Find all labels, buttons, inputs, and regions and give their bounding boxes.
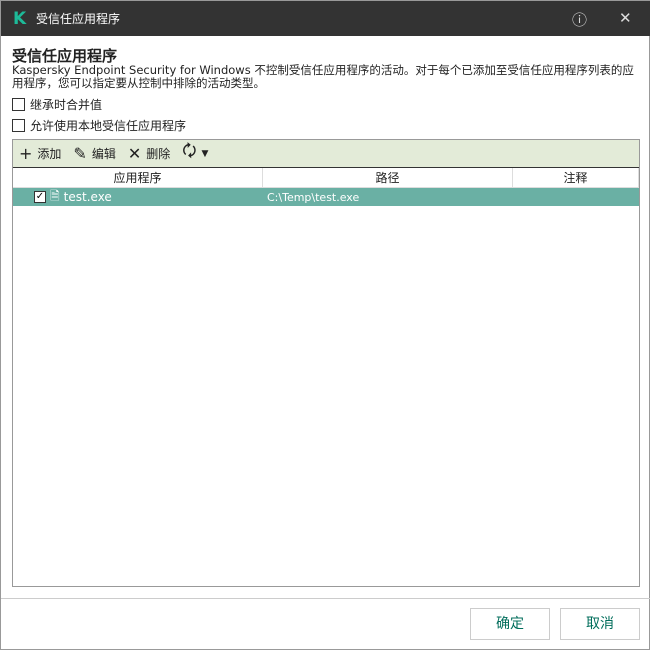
merge-values-checkbox[interactable]: 继承时合并值 <box>12 96 102 113</box>
allow-local-checkbox[interactable]: 允许使用本地受信任应用程序 <box>12 117 186 134</box>
checkbox[interactable] <box>12 98 25 111</box>
edit-label: 编辑 <box>91 147 116 161</box>
row-checkbox[interactable]: ✓ <box>34 191 46 203</box>
kaspersky-logo-icon: K <box>13 8 27 29</box>
dropdown-arrow-icon: ▼ <box>201 148 209 159</box>
toolbar: + 添加 ✎ 编辑 ✕ 删除 🗘 ▼ <box>13 140 639 168</box>
help-icon[interactable]: ⓘ <box>572 9 587 30</box>
file-transfer-icon: 🗘 <box>182 141 197 160</box>
plus-icon: + <box>19 144 33 163</box>
checkbox[interactable] <box>12 119 25 132</box>
table-header: 应用程序 路径 注释 <box>13 168 639 188</box>
pencil-icon: ✎ <box>73 144 87 163</box>
add-button[interactable]: + 添加 <box>19 144 61 163</box>
window-title: 受信任应用程序 <box>36 12 121 26</box>
checkbox-label: 继承时合并值 <box>30 98 103 112</box>
description: Kaspersky Endpoint Security for Windows … <box>12 63 634 90</box>
edit-button[interactable]: ✎ 编辑 <box>73 144 115 163</box>
ok-button[interactable]: 确定 <box>470 608 550 640</box>
close-icon[interactable]: ✕ <box>619 9 632 27</box>
x-icon: ✕ <box>127 144 142 163</box>
trusted-apps-panel: + 添加 ✎ 编辑 ✕ 删除 🗘 ▼ 应用程序 路径 注释 ✓ 🗎 test.exe C… <box>12 139 640 587</box>
app-name: test.exe <box>63 190 112 204</box>
column-path[interactable]: 路径 <box>263 168 513 187</box>
title-bar: K 受信任应用程序 ⓘ ✕ <box>1 1 650 36</box>
file-icon: 🗎 <box>50 188 60 203</box>
add-label: 添加 <box>37 147 62 161</box>
cancel-button[interactable]: 取消 <box>560 608 640 640</box>
column-comment[interactable]: 注释 <box>513 168 639 187</box>
column-application[interactable]: 应用程序 <box>13 168 263 187</box>
table-row[interactable]: ✓ 🗎 test.exe C:\Temp\test.exe <box>13 188 639 206</box>
import-export-button[interactable]: 🗘 ▼ <box>182 140 208 167</box>
checkbox-label: 允许使用本地受信任应用程序 <box>30 119 187 133</box>
footer-divider <box>1 598 650 599</box>
app-path: C:\Temp\test.exe <box>267 190 360 204</box>
delete-button[interactable]: ✕ 删除 <box>128 144 170 163</box>
delete-label: 删除 <box>146 147 171 161</box>
